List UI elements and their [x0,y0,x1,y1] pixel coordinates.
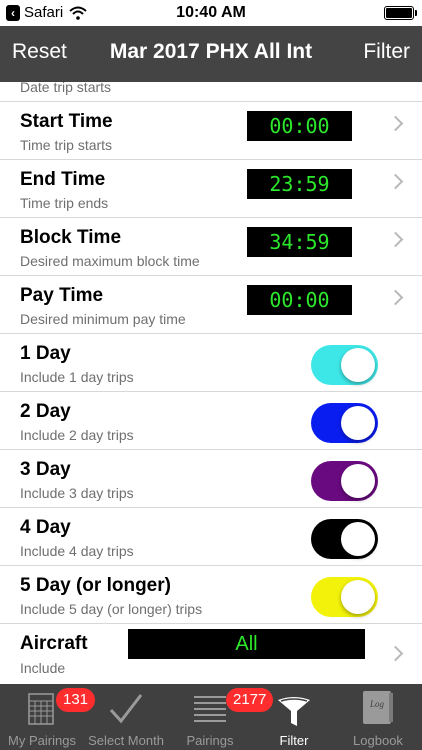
row-title: Block Time [20,227,122,248]
tab-logbook[interactable]: Log Logbook [336,684,420,750]
nav-bar: Reset Mar 2017 PHX All Int Filter [0,26,422,82]
list-item-3-day: 3 Day Include 3 day trips [0,450,422,508]
toggle-knob [341,406,375,440]
row-title: Pay Time [20,285,104,306]
row-subtitle: Date trip starts [20,82,112,95]
row-subtitle: Include 5 day (or longer) trips [20,601,203,617]
filter-list[interactable]: Date trip starts Start Time Time trip st… [0,82,422,684]
row-title: 3 Day [20,459,71,480]
toggle-knob [341,464,375,498]
list-item-end-time[interactable]: End Time Time trip ends 23:59 [0,160,422,218]
tab-label: Pairings [186,733,234,748]
checkmark-icon [109,694,143,724]
tab-filter[interactable]: Filter [252,684,336,750]
list-item-2-day: 2 Day Include 2 day trips [0,392,422,450]
row-title: 2 Day [20,401,71,422]
row-subtitle: Include 1 day trips [20,369,134,385]
tab-pairings[interactable]: 2177 Pairings [168,684,274,750]
row-subtitle: Desired maximum block time [20,253,200,269]
page-title: Mar 2017 PHX All Int [109,40,313,63]
tab-bar: 131 My Pairings Select Month 2177 Pairin… [0,684,422,750]
tab-label: Logbook [353,733,403,748]
row-subtitle: Include 3 day trips [20,485,134,501]
tab-label: Select Month [88,733,164,748]
filter-button[interactable]: Filter [363,40,410,64]
row-subtitle: Include 4 day trips [20,543,134,559]
1-day-toggle[interactable] [311,345,378,385]
list-item-aircraft[interactable]: Aircraft Include All [0,624,422,684]
row-title: Aircraft [20,633,88,654]
tab-my-pairings[interactable]: 131 My Pairings [0,684,96,750]
list-item-5-day: 5 Day (or longer) Include 5 day (or long… [0,566,422,624]
toggle-knob [341,522,375,556]
row-title: 4 Day [20,517,71,538]
row-subtitle: Time trip ends [20,195,109,211]
start-time-value[interactable]: 00:00 [247,111,352,141]
list-item-start-time[interactable]: Start Time Time trip starts 00:00 [0,102,422,160]
row-subtitle: Include [20,660,66,676]
row-subtitle: Time trip starts [20,137,113,153]
row-subtitle: Include 2 day trips [20,427,134,443]
chevron-right-icon [387,289,404,306]
row-title: End Time [20,169,106,190]
logbook-icon-text: Log [369,699,385,709]
list-icon [194,696,226,722]
filter-icon [278,697,310,726]
list-item-block-time[interactable]: Block Time Desired maximum block time 34… [0,218,422,276]
pay-time-value[interactable]: 00:00 [247,285,352,315]
list-item-4-day: 4 Day Include 4 day trips [0,508,422,566]
block-time-value[interactable]: 34:59 [247,227,352,257]
status-time: 10:40 AM [176,4,246,21]
tab-label: Filter [279,733,309,748]
calendar-icon [28,693,54,725]
aircraft-value[interactable]: All [128,629,365,659]
tab-select-month[interactable]: Select Month [84,684,168,750]
tab-label: My Pairings [8,733,76,748]
list-item-start-date[interactable]: Date trip starts [0,82,422,102]
status-bar: ‹ Safari 10:40 AM [0,0,422,26]
chevron-right-icon [387,173,404,190]
logbook-icon: Log [363,691,393,724]
list-item-1-day: 1 Day Include 1 day trips [0,334,422,392]
toggle-knob [341,348,375,382]
chevron-right-icon [387,231,404,248]
battery-icon [384,6,417,20]
4-day-toggle[interactable] [311,519,378,559]
2-day-toggle[interactable] [311,403,378,443]
row-title: 5 Day (or longer) [20,575,171,596]
chevron-right-icon [387,645,404,662]
chevron-right-icon [387,115,404,132]
toggle-knob [341,580,375,614]
3-day-toggle[interactable] [311,461,378,501]
end-time-value[interactable]: 23:59 [247,169,352,199]
list-item-pay-time[interactable]: Pay Time Desired minimum pay time 00:00 [0,276,422,334]
5-day-toggle[interactable] [311,577,378,617]
row-subtitle: Desired minimum pay time [20,311,186,327]
row-title: Start Time [20,111,113,132]
row-title: 1 Day [20,343,71,364]
